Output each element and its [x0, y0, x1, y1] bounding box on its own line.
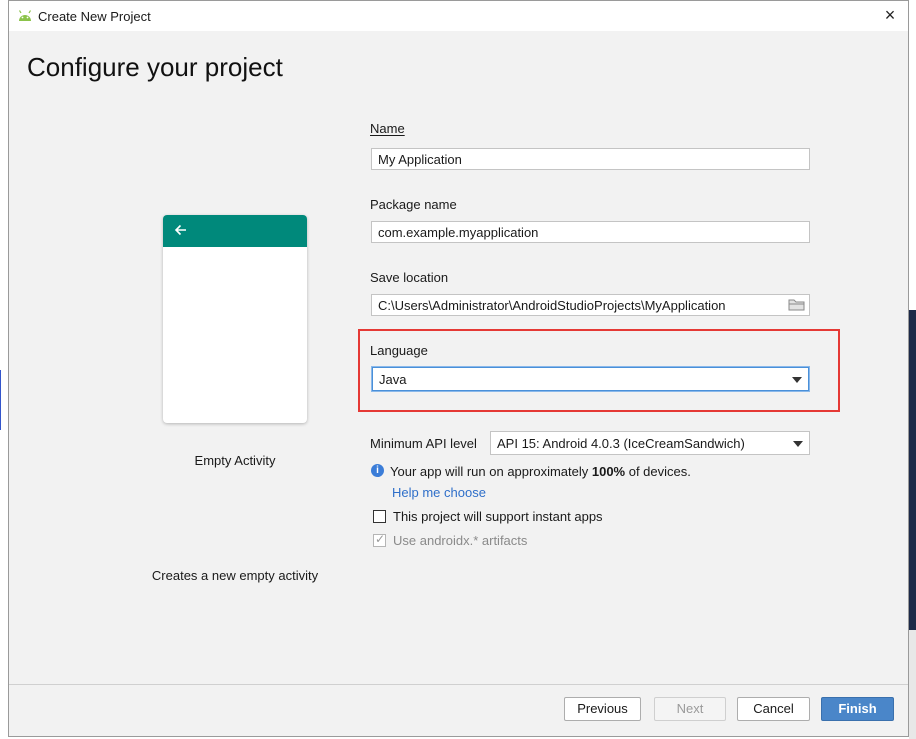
checkmark-icon: ✓ — [375, 532, 386, 546]
androidx-checkbox[interactable]: ✓ — [373, 532, 386, 547]
package-name-field[interactable] — [371, 221, 810, 243]
cancel-button[interactable]: Cancel — [737, 697, 810, 721]
close-icon[interactable]: × — [880, 5, 900, 25]
save-location-label: Save location — [370, 270, 449, 285]
device-coverage-suffix: of devices. — [625, 464, 691, 479]
instant-apps-checkbox[interactable] — [373, 510, 386, 523]
title-bar: Create New Project × — [9, 1, 908, 31]
next-button[interactable]: Next — [654, 697, 726, 721]
package-name-label: Package name — [370, 197, 457, 212]
min-api-select-value: API 15: Android 4.0.3 (IceCreamSandwich) — [497, 436, 745, 451]
androidx-label: Use androidx.* artifacts — [393, 533, 528, 548]
preview-app-bar — [163, 215, 307, 247]
device-coverage-text: Your app will run on approximately 100% … — [390, 464, 691, 479]
min-api-label: Minimum API level — [370, 436, 477, 451]
language-select[interactable]: Java — [372, 367, 809, 391]
min-api-select[interactable]: API 15: Android 4.0.3 (IceCreamSandwich) — [490, 431, 810, 455]
background-desktop-right — [909, 310, 916, 630]
name-field[interactable] — [371, 148, 810, 170]
help-me-choose-link[interactable]: Help me choose — [392, 485, 486, 500]
header-panel: Configure your project — [9, 31, 908, 101]
finish-button[interactable]: Finish — [821, 697, 894, 721]
name-label: Name — [370, 121, 405, 136]
back-arrow-icon — [174, 224, 186, 236]
template-name: Empty Activity — [194, 453, 276, 468]
page-title: Configure your project — [27, 52, 283, 82]
footer-divider — [9, 684, 908, 685]
language-label: Language — [370, 343, 428, 358]
create-project-dialog: Create New Project × Configure your proj… — [8, 0, 909, 737]
window-title: Create New Project — [38, 9, 151, 24]
previous-button[interactable]: Previous — [564, 697, 641, 721]
background-desktop-right-bottom — [909, 630, 916, 739]
folder-icon[interactable] — [788, 298, 806, 312]
android-icon — [18, 10, 32, 21]
device-coverage-prefix: Your app will run on approximately — [390, 464, 592, 479]
instant-apps-label: This project will support instant apps — [393, 509, 603, 524]
name-label-text: Name — [370, 121, 405, 136]
chevron-down-icon — [793, 441, 803, 447]
chevron-down-icon — [792, 377, 802, 383]
info-icon: i — [371, 464, 384, 477]
template-description: Creates a new empty activity — [151, 568, 319, 583]
template-preview — [163, 215, 307, 423]
language-select-value: Java — [379, 372, 407, 387]
device-coverage-percent: 100% — [591, 464, 626, 479]
save-location-field[interactable] — [371, 294, 810, 316]
